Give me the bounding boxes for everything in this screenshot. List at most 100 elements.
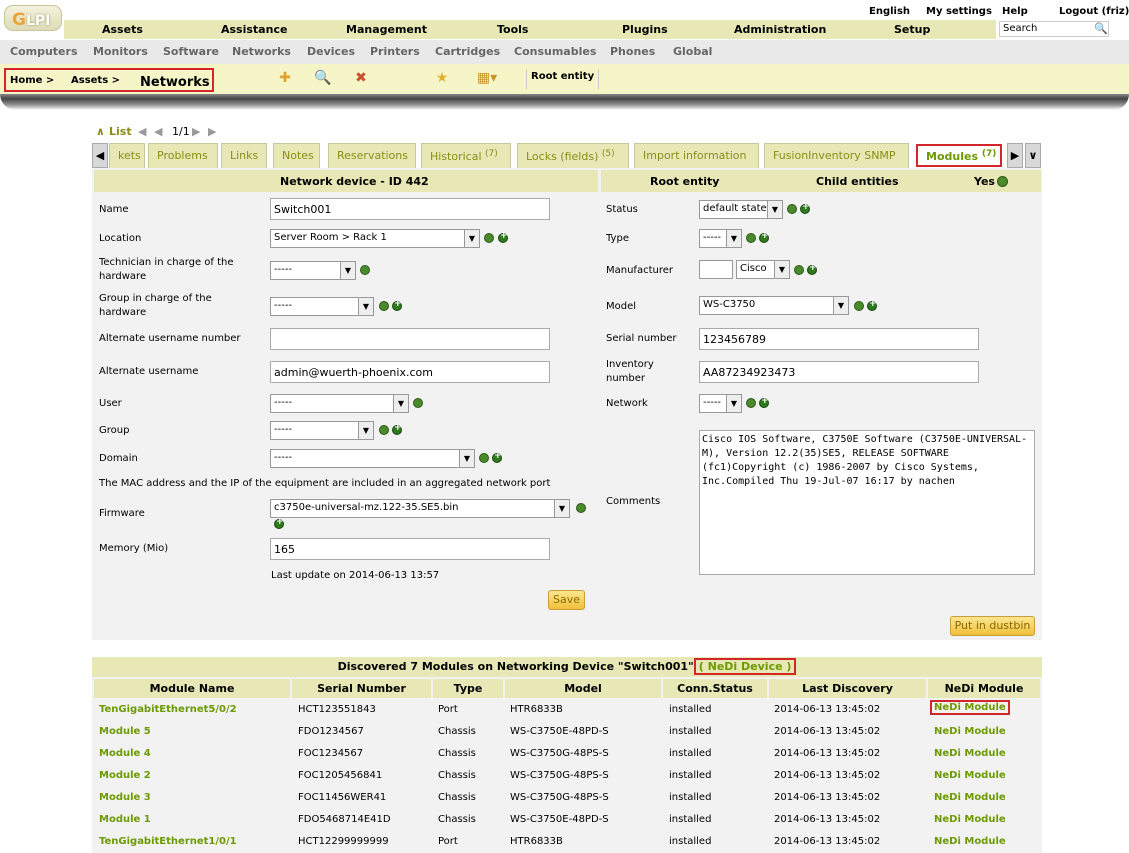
save-button[interactable]: Save: [548, 590, 585, 610]
put-in-dustbin-button[interactable]: Put in dustbin: [950, 616, 1035, 636]
search-icon[interactable]: [379, 425, 389, 435]
module-name-link[interactable]: TenGigabitEthernet5/0/2: [99, 704, 237, 715]
add-icon[interactable]: [498, 231, 508, 243]
breadcrumb-home[interactable]: Home >: [10, 75, 54, 86]
submenu-consumables[interactable]: Consumables: [514, 45, 596, 58]
search-icon[interactable]: [576, 503, 586, 513]
tab-notes[interactable]: Notes: [273, 143, 320, 168]
prev-page-icon[interactable]: ◀: [154, 125, 162, 138]
submenu-printers[interactable]: Printers: [370, 45, 420, 58]
module-name-link[interactable]: Module 2: [99, 770, 151, 781]
tab-import-information[interactable]: Import information: [634, 143, 759, 168]
bookmark-star-icon[interactable]: ★: [433, 69, 451, 87]
list-link[interactable]: List: [109, 125, 132, 138]
firmware-select[interactable]: c3750e-universal-mz.122-35.SE5.bin ▼: [270, 499, 570, 518]
my-settings-link[interactable]: My settings: [926, 6, 992, 17]
memory-field[interactable]: 165: [270, 538, 550, 560]
tab-links[interactable]: Links: [221, 143, 267, 168]
search-icon[interactable]: [787, 204, 797, 214]
search-input[interactable]: Search: [999, 21, 1109, 37]
logout-link[interactable]: Logout (friz): [1059, 6, 1129, 17]
domain-select[interactable]: ----- ▼: [270, 449, 475, 468]
search-icon[interactable]: [854, 301, 864, 311]
tab-list-chevron-down-icon[interactable]: ∨: [1025, 143, 1041, 168]
search-icon[interactable]: [484, 233, 494, 243]
nedi-module-link[interactable]: NeDi Module: [934, 792, 1006, 803]
menu-assets[interactable]: Assets: [102, 23, 143, 36]
menu-assistance[interactable]: Assistance: [221, 23, 287, 36]
location-select[interactable]: Server Room > Rack 1 ▼: [270, 229, 480, 248]
tab-tickets[interactable]: kets: [109, 143, 145, 168]
add-icon[interactable]: [759, 231, 769, 243]
nedi-module-link[interactable]: NeDi Module: [934, 814, 1006, 825]
module-name-link[interactable]: TenGigabitEthernet1/0/1: [99, 836, 237, 847]
tab-scroll-left-icon[interactable]: ◀: [92, 143, 108, 168]
search-icon[interactable]: [479, 453, 489, 463]
submenu-monitors[interactable]: Monitors: [93, 45, 148, 58]
add-icon[interactable]: [867, 299, 877, 311]
tab-historical[interactable]: Historical (7): [421, 143, 511, 168]
nedi-module-link[interactable]: NeDi Module: [930, 700, 1010, 715]
tab-modules[interactable]: Modules (7): [916, 144, 1002, 167]
menu-plugins[interactable]: Plugins: [622, 23, 668, 36]
search-icon[interactable]: [746, 233, 756, 243]
name-field[interactable]: Switch001: [270, 198, 550, 220]
menu-tools[interactable]: Tools: [497, 23, 528, 36]
display-options-icon[interactable]: ▦▾: [470, 69, 504, 87]
search-icon[interactable]: 🔍: [1094, 22, 1108, 35]
add-icon[interactable]: [800, 202, 810, 214]
glpi-logo[interactable]: GLPI: [4, 5, 62, 31]
inventory-field[interactable]: AA87234923473: [699, 361, 979, 383]
alternate-number-field[interactable]: [270, 328, 550, 350]
search-icon[interactable]: [746, 398, 756, 408]
help-link[interactable]: Help: [1002, 6, 1028, 17]
search-icon[interactable]: [360, 265, 370, 275]
first-page-icon[interactable]: ◀: [138, 125, 146, 138]
menu-setup[interactable]: Setup: [894, 23, 930, 36]
comments-field[interactable]: Cisco IOS Software, C3750E Software (C37…: [699, 430, 1035, 575]
module-name-link[interactable]: Module 1: [99, 814, 151, 825]
submenu-global[interactable]: Global: [673, 45, 712, 58]
add-icon[interactable]: [274, 517, 284, 529]
module-name-link[interactable]: Module 3: [99, 792, 151, 803]
tab-locks[interactable]: Locks (fields) (5): [517, 143, 629, 168]
technician-select[interactable]: ----- ▼: [270, 261, 356, 280]
add-icon[interactable]: [492, 451, 502, 463]
group-hardware-select[interactable]: ----- ▼: [270, 297, 374, 316]
next-page-icon[interactable]: ▶: [192, 125, 200, 138]
tab-scroll-right-icon[interactable]: ▶: [1007, 143, 1023, 168]
group-select[interactable]: ----- ▼: [270, 421, 374, 440]
status-select[interactable]: default state ▼: [699, 200, 783, 219]
breadcrumb-assets[interactable]: Assets >: [71, 75, 120, 86]
menu-administration[interactable]: Administration: [734, 23, 826, 36]
network-select[interactable]: ----- ▼: [699, 394, 742, 413]
search-icon[interactable]: [379, 301, 389, 311]
search-icon[interactable]: [413, 398, 423, 408]
type-select[interactable]: ----- ▼: [699, 229, 742, 248]
submenu-cartridges[interactable]: Cartridges: [435, 45, 500, 58]
submenu-devices[interactable]: Devices: [307, 45, 355, 58]
menu-management[interactable]: Management: [346, 23, 427, 36]
tab-reservations[interactable]: Reservations: [328, 143, 416, 168]
submenu-phones[interactable]: Phones: [610, 45, 655, 58]
add-icon[interactable]: [392, 299, 402, 311]
module-name-link[interactable]: Module 4: [99, 748, 151, 759]
model-select[interactable]: WS-C3750 ▼: [699, 296, 849, 315]
template-icon[interactable]: ✖: [352, 69, 370, 87]
nedi-module-link[interactable]: NeDi Module: [934, 748, 1006, 759]
last-page-icon[interactable]: ▶: [208, 125, 216, 138]
submenu-software[interactable]: Software: [163, 45, 219, 58]
list-up-icon[interactable]: ∧: [96, 125, 105, 138]
tab-fusioninventory-snmp[interactable]: FusionInventory SNMP: [764, 143, 909, 168]
user-select[interactable]: ----- ▼: [270, 394, 409, 413]
manufacturer-select[interactable]: Cisco ▼: [736, 260, 790, 279]
add-icon[interactable]: ✚: [276, 69, 294, 87]
nedi-device-link[interactable]: ( NeDi Device ): [693, 658, 797, 675]
add-icon[interactable]: [759, 396, 769, 408]
breadcrumb-networks[interactable]: Networks: [140, 75, 210, 90]
submenu-computers[interactable]: Computers: [10, 45, 78, 58]
search-icon[interactable]: 🔍: [314, 69, 332, 87]
submenu-networks[interactable]: Networks: [232, 45, 291, 58]
add-icon[interactable]: [807, 263, 817, 275]
nedi-module-link[interactable]: NeDi Module: [934, 726, 1006, 737]
